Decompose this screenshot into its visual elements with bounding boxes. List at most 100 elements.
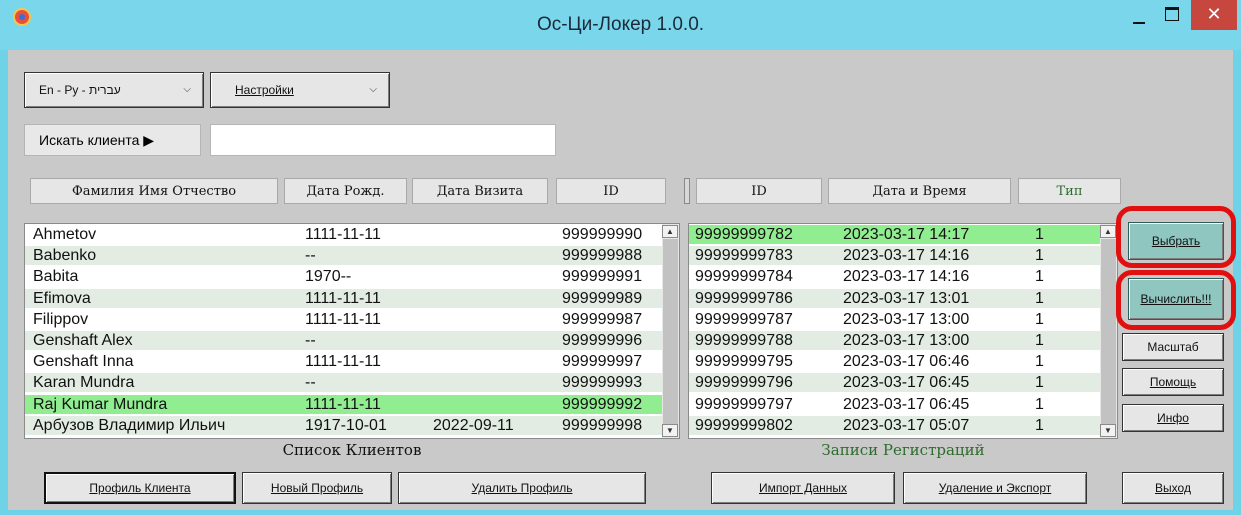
scroll-up-icon[interactable]: ▲: [1100, 225, 1116, 238]
scale-button[interactable]: Масштаб: [1122, 333, 1224, 361]
table-cell: 1: [1035, 374, 1044, 392]
header-type[interactable]: Тип: [1018, 178, 1121, 204]
calculate-button[interactable]: Вычислить!!!: [1128, 278, 1224, 320]
chevron-down-icon: ⌵: [183, 84, 191, 95]
table-cell: 999999992: [562, 395, 643, 413]
table-cell: 1111-11-11: [305, 226, 381, 243]
clients-scrollbar[interactable]: ▲ ▼: [662, 224, 679, 438]
table-cell: 1111-11-11: [305, 310, 381, 328]
table-cell: Ahmetov: [33, 226, 97, 243]
table-cell: 1111-11-11: [305, 289, 381, 307]
table-row[interactable]: Filippov 1111-11-11 999999987: [25, 309, 662, 329]
table-cell: Karan Mundra: [33, 374, 135, 392]
table-cell: Genshaft Inna: [33, 353, 134, 371]
table-row[interactable]: Raj Kumar Mundra 1111-11-11 999999992: [25, 394, 662, 414]
table-cell: 99999999797: [695, 395, 793, 413]
scale-label: Масштаб: [1147, 340, 1199, 354]
table-row[interactable]: 99999999783 2023-03-17 14:16 1: [689, 246, 1100, 266]
help-label: Помощь: [1149, 375, 1197, 389]
table-cell: 999999989: [562, 289, 643, 307]
table-cell: Арбузов Владимир Ильич: [33, 416, 226, 434]
table-cell: 1: [1035, 289, 1044, 307]
maximize-icon[interactable]: [1155, 3, 1189, 29]
window-title: Ос-Ци-Локер 1.0.0.: [536, 14, 705, 35]
header-client-id[interactable]: ID: [556, 178, 666, 204]
scroll-thumb[interactable]: [1101, 239, 1116, 424]
header-reg-id[interactable]: ID: [696, 178, 822, 204]
delete-export-label: Удаление и Экспорт: [938, 481, 1052, 495]
table-row[interactable]: 99999999782 2023-03-17 14:17 1: [689, 225, 1100, 244]
help-button[interactable]: Помощь: [1122, 368, 1224, 396]
table-cell: 1111-11-11: [305, 395, 381, 413]
table-cell: 1: [1035, 353, 1044, 371]
settings-dropdown[interactable]: Настройки ⌵: [210, 72, 390, 108]
table-row[interactable]: Karan Mundra -- 999999993: [25, 373, 662, 393]
search-input[interactable]: [210, 124, 556, 156]
table-cell: 99999999787: [695, 310, 793, 328]
table-row[interactable]: Ahmetov 1111-11-11 999999990: [25, 225, 662, 244]
registrations-list[interactable]: 99999999782 2023-03-17 14:17 1 99999999783 2…: [688, 223, 1118, 439]
table-row[interactable]: 99999999796 2023-03-17 06:45 1: [689, 373, 1100, 393]
minimize-icon[interactable]: [1131, 10, 1149, 28]
table-cell: 2023-03-17 13:01: [843, 289, 970, 307]
delete-profile-label: Удалить Профиль: [471, 481, 573, 495]
table-row[interactable]: 99999999787 2023-03-17 13:00 1: [689, 309, 1100, 329]
table-cell: 999999998: [562, 416, 643, 434]
table-cell: 1: [1035, 247, 1044, 265]
table-row[interactable]: Efimova 1111-11-11 999999989: [25, 288, 662, 308]
clients-list[interactable]: Ahmetov 1111-11-11 999999990 Babenko -- 99999…: [24, 223, 680, 439]
header-date-time[interactable]: Дата и Время: [828, 178, 1011, 204]
close-icon[interactable]: ✕: [1191, 0, 1237, 30]
scroll-down-icon[interactable]: ▼: [662, 424, 678, 437]
info-button[interactable]: Инфо: [1122, 404, 1224, 432]
select-button[interactable]: Выбрать: [1128, 222, 1224, 260]
new-profile-button[interactable]: Новый Профиль: [242, 472, 392, 504]
table-row[interactable]: Genshaft Alex -- 999999996: [25, 331, 662, 350]
table-row[interactable]: Babita 1970-- 999999991: [25, 267, 662, 287]
table-cell: 99999999788: [695, 332, 793, 349]
table-row[interactable]: 99999999802 2023-03-17 05:07 1: [689, 415, 1100, 435]
language-label: En - Ру - עברית: [39, 83, 121, 97]
table-cell: 2023-03-17 13:00: [843, 310, 970, 328]
table-cell: 2023-03-17 05:07: [843, 416, 970, 434]
table-row[interactable]: 99999999784 2023-03-17 14:16 1: [689, 267, 1100, 287]
client-profile-button[interactable]: Профиль Клиента: [44, 472, 236, 504]
table-cell: 99999999802: [695, 416, 793, 434]
table-row[interactable]: 99999999788 2023-03-17 13:00 1: [689, 331, 1100, 350]
delete-profile-button[interactable]: Удалить Профиль: [398, 472, 646, 504]
header-full-name[interactable]: Фамилия Имя Отчество: [30, 178, 278, 204]
delete-export-button[interactable]: Удаление и Экспорт: [903, 472, 1087, 504]
table-cell: 2023-03-17 13:00: [843, 332, 970, 349]
scroll-down-icon[interactable]: ▼: [1100, 424, 1116, 437]
scroll-thumb[interactable]: [663, 239, 678, 424]
table-row[interactable]: Babenko -- 999999988: [25, 246, 662, 266]
registrations-scrollbar[interactable]: ▲ ▼: [1100, 224, 1117, 438]
scroll-up-icon[interactable]: ▲: [662, 225, 678, 238]
table-cell: 99999999795: [695, 353, 793, 371]
exit-button[interactable]: Выход: [1122, 472, 1224, 504]
table-cell: Raj Kumar Mundra: [33, 395, 168, 413]
header-birth-date[interactable]: Дата Рожд.: [284, 178, 407, 204]
new-profile-label: Новый Профиль: [270, 481, 364, 495]
header-visit-date[interactable]: Дата Визита: [412, 178, 548, 204]
settings-label: Настройки: [235, 83, 294, 97]
clients-caption: Список Клиентов: [282, 441, 422, 459]
table-cell: 99999999782: [695, 226, 793, 243]
search-client-button[interactable]: Искать клиента ▶: [24, 124, 201, 156]
table-cell: 999999988: [562, 247, 643, 265]
table-cell: 1: [1035, 395, 1044, 413]
table-row[interactable]: Арбузов Владимир Ильич 1917-10-01 2022-09-…: [25, 415, 662, 435]
language-dropdown[interactable]: En - Ру - עברית ⌵: [24, 72, 204, 108]
table-row[interactable]: 99999999797 2023-03-17 06:45 1: [689, 394, 1100, 414]
import-data-button[interactable]: Импорт Данных: [711, 472, 895, 504]
table-cell: --: [305, 374, 316, 392]
table-cell: 2023-03-17 14:17: [843, 226, 970, 243]
column-splitter[interactable]: [684, 178, 690, 204]
table-row[interactable]: 99999999795 2023-03-17 06:46 1: [689, 352, 1100, 372]
table-row[interactable]: 99999999786 2023-03-17 13:01 1: [689, 288, 1100, 308]
import-data-label: Импорт Данных: [759, 481, 847, 495]
table-cell: 99999999786: [695, 289, 793, 307]
table-cell: 999999997: [562, 353, 643, 371]
table-row[interactable]: Genshaft Inna 1111-11-11 999999997: [25, 352, 662, 372]
table-cell: 99999999783: [695, 247, 793, 265]
